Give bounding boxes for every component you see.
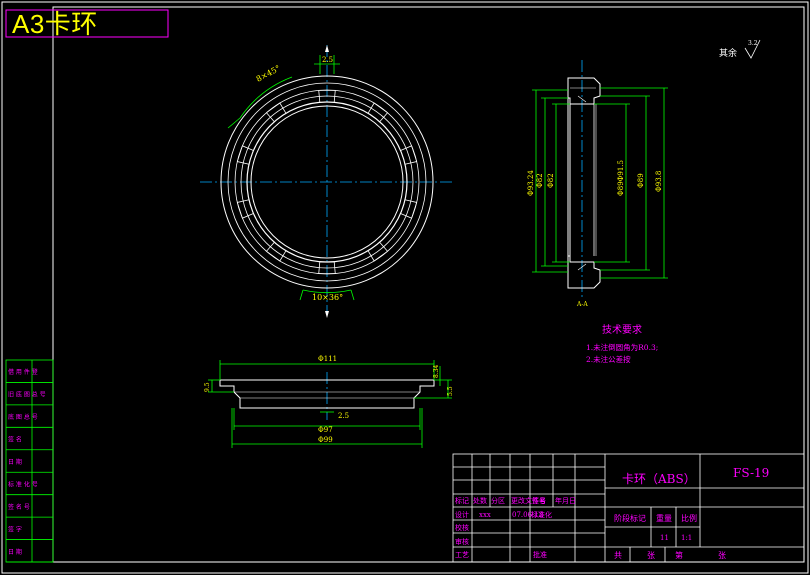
title-block-header-cell: 签名 [532,496,546,505]
roughness-label: 其余 [719,47,737,59]
part-name: 卡环（ABS） [622,472,696,486]
side-bottom-dim: Φ99 [318,436,333,444]
left-table-cell: 标 准 化 号 [8,480,38,488]
total-label: 共 [614,551,622,560]
design-label: 设计 [455,510,469,519]
left-table-cell: 旧 底 图 总 号 [8,391,46,399]
review-label: 审核 [455,537,469,546]
left-table-cell: 借 用 件 登 [8,368,38,376]
tech-item-1: 1.未注倒圆角为R0.3; [586,342,658,352]
angle-top-label: 8×45° [255,64,282,84]
weight-label: 重量 [656,513,672,523]
title-block-header-cell: 分区 [491,496,505,505]
section-dim-6: Φ93.8 [655,171,663,192]
title-block-header-cell: 处数 [473,496,487,505]
left-table-cell: 签 字 [8,525,22,533]
outer-border [1,1,809,574]
process-label: 工艺 [455,551,469,559]
section-dim-1: Φ93.24 [527,170,535,196]
left-table-cell: 签 名 号 [8,503,30,511]
left-table-cell: 日 期 [8,548,22,556]
designer-name: xxx [479,511,491,519]
left-table-cell: 日 期 [8,458,22,466]
left-table-cell: 签 名 [8,436,22,444]
approve-label: 批准 [533,550,547,559]
side-right-dim: 8.34 [433,364,440,378]
corner-label: A3卡环 [12,9,98,39]
stage-label: 阶段标记 [614,513,646,523]
scale-label: 比例 [681,513,697,523]
front-top-dim: 2.5 [322,56,333,64]
scale-value: 1:1 [681,534,692,542]
title-block-header-cell: 年月日 [555,496,576,505]
section-dim-4: Φ89Φ91.5 [617,160,625,196]
side-inner-dim: Φ97 [318,426,333,434]
title-block-header-cell: 标记 [455,496,469,505]
tech-title: 技术要求 [602,323,642,336]
roughness-value: 3.2 [748,40,758,47]
weight-value: 11 [660,534,669,542]
sheet-label: 张 [647,551,655,560]
page-suffix: 张 [718,551,726,560]
cad-drawing: 8×45° 10×36° 2.5 Φ93.24 Φ82 Φ82 Φ89Φ91.5… [1,1,809,574]
side-small-dim: 5.5 [447,386,454,396]
tech-item-2: 2.未注公差按 [586,354,631,364]
left-table-cell: 底 图 总 号 [8,413,38,421]
side-view [208,360,452,448]
section-dim-5: Φ89 [637,173,645,188]
side-left-dim: 9.5 [204,382,211,392]
section-dim-3: Φ82 [547,173,555,188]
side-top-dim: Φ111 [318,355,337,363]
section-label: A-A [576,301,588,308]
front-view [200,45,455,318]
page-label: 第 [675,550,683,560]
check-label: 校核 [455,523,469,532]
section-dim-2: Φ82 [536,173,544,188]
drawing-number: FS-19 [733,466,769,480]
angle-bottom-label: 10×36° [312,293,343,302]
side-mid-dim: 2.5 [338,412,349,420]
std-label: 标准化 [531,510,552,519]
